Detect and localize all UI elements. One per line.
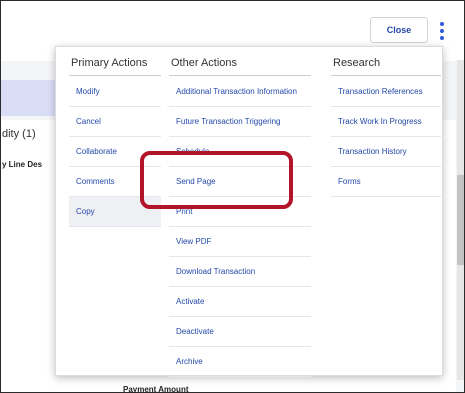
send-page-highlight [140, 151, 293, 209]
menu-item-track-work-in-progress[interactable]: Track Work In Progress [331, 107, 441, 137]
menu-item-transaction-history[interactable]: Transaction History [331, 137, 441, 167]
menu-item-view-pdf[interactable]: View PDF [169, 227, 311, 257]
line-description-label: y Line Des [2, 160, 43, 169]
menu-item-cancel[interactable]: Cancel [69, 107, 161, 137]
menu-item-future-transaction-triggering[interactable]: Future Transaction Triggering [169, 107, 311, 137]
research-header: Research [333, 57, 381, 69]
menu-item-deactivate[interactable]: Deactivate [169, 317, 311, 347]
column-divider [169, 75, 311, 76]
actions-menu: Primary Actions Modify Cancel Collaborat… [55, 46, 443, 377]
scrollbar-thumb[interactable] [457, 175, 464, 265]
menu-item-download-transaction[interactable]: Download Transaction [169, 257, 311, 287]
column-divider [331, 75, 441, 76]
menu-item-archive[interactable]: Archive [169, 347, 311, 377]
menu-item-forms[interactable]: Forms [331, 167, 441, 197]
menu-item-modify[interactable]: Modify [69, 77, 161, 107]
column-divider [69, 75, 161, 76]
menu-item-transaction-references[interactable]: Transaction References [331, 77, 441, 107]
menu-item-additional-transaction-information[interactable]: Additional Transaction Information [169, 77, 311, 107]
kebab-dot [440, 29, 444, 33]
other-actions-header: Other Actions [171, 57, 238, 69]
primary-actions-header: Primary Actions [71, 57, 148, 69]
kebab-dot [440, 22, 444, 26]
payment-amount-label: Payment Amount [123, 385, 189, 393]
menu-item-activate[interactable]: Activate [169, 287, 311, 317]
more-actions-icon[interactable] [432, 17, 452, 45]
close-button[interactable]: Close [370, 17, 428, 43]
validity-label: dity (1) [2, 128, 36, 140]
kebab-dot [440, 36, 444, 40]
background-band [1, 80, 61, 116]
